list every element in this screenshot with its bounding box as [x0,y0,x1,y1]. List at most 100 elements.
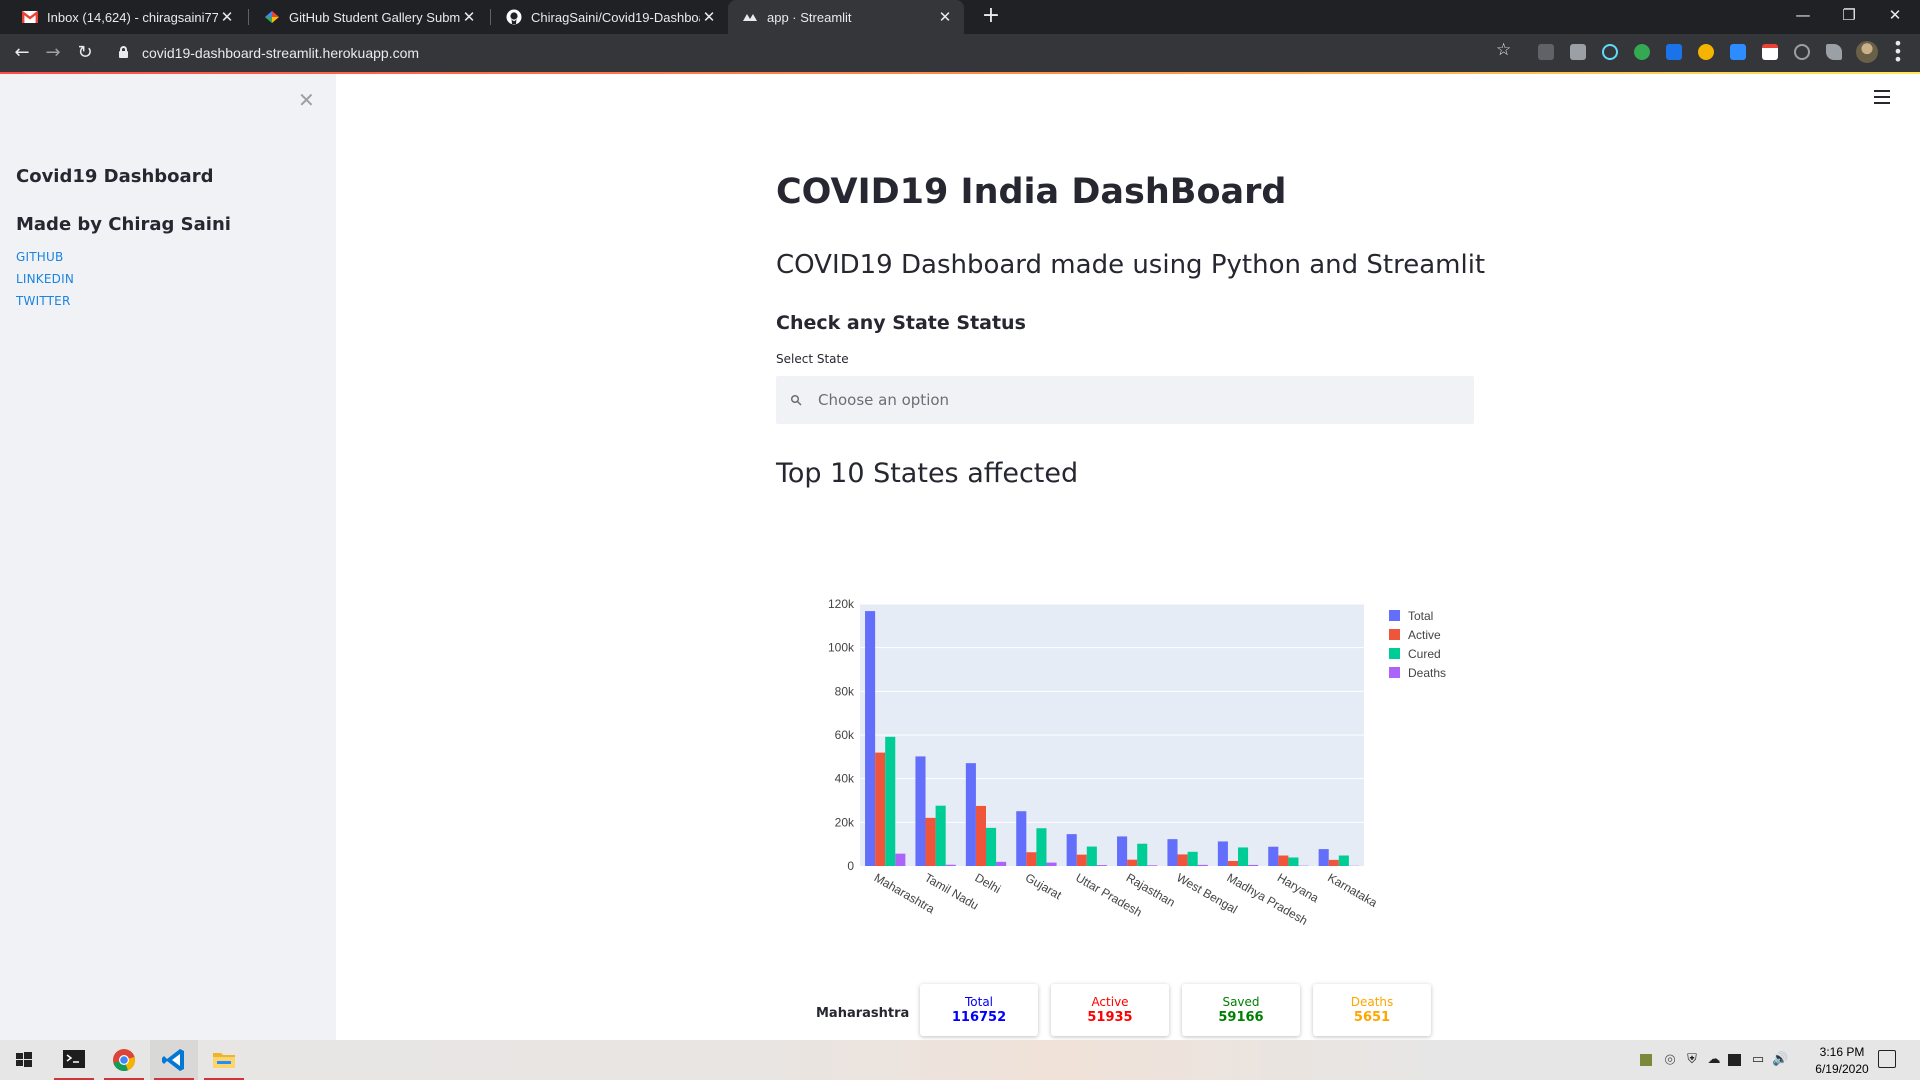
tab-streamlit-app[interactable]: app · Streamlit ✕ [728,0,964,34]
top10-heading: Top 10 States affected [776,458,1078,489]
back-button[interactable]: ← [9,40,35,66]
restore-button[interactable]: ❐ [1826,0,1872,34]
volume-icon[interactable]: 🔊 [1772,1052,1788,1068]
windows-taskbar [0,1040,1920,1080]
x-tick-label: Karnataka [1325,870,1380,910]
onedrive-icon[interactable]: ☁ [1706,1052,1722,1068]
bar-active [976,806,986,866]
legend-label: Total [1408,609,1433,623]
taskbar-time[interactable]: 3:16 PM [1812,1045,1872,1059]
bar-deaths [946,865,956,866]
legend-label: Active [1408,628,1441,642]
extension-circle-icon[interactable] [1794,44,1810,60]
bar-total [1117,836,1127,866]
x-tick-label: Gujarat [1023,870,1065,902]
close-icon[interactable]: ✕ [460,8,478,26]
new-tab-button[interactable]: + [978,4,1004,30]
bar-active [1026,852,1036,866]
terminal-icon[interactable] [50,1040,98,1080]
windows-start-icon[interactable] [0,1040,48,1080]
close-icon[interactable]: ✕ [700,8,718,26]
extension-react-icon[interactable] [1602,44,1618,60]
bar-cured [1238,847,1248,866]
notification-icon[interactable] [1878,1050,1896,1068]
bar-total [966,763,976,866]
search-icon [790,394,802,406]
profile-avatar[interactable] [1856,41,1878,63]
url-text[interactable]: covid19-dashboard-streamlit.herokuapp.co… [142,45,419,61]
chrome-icon[interactable] [100,1040,148,1080]
extension-s-icon[interactable] [1666,44,1682,60]
sidebar-link-linkedin[interactable]: LINKEDIN [16,272,74,286]
bar-active [1278,856,1288,866]
y-tick-label: 100k [828,641,855,655]
tab-github-repo[interactable]: ChiragSaini/Covid19-Dashboard: ✕ [492,0,728,34]
gmail-icon [22,9,38,25]
browser-toolbar: ← → ↻ covid19-dashboard-streamlit.heroku… [0,34,1920,72]
close-icon[interactable]: ✕ [936,8,954,26]
tab-title: Inbox (14,624) - chiragsaini7777@ [47,10,218,25]
hamburger-menu-icon[interactable] [1874,90,1890,104]
legend-label: Deaths [1408,666,1446,680]
state-status-heading: Check any State Status [776,312,1026,334]
minimize-button[interactable]: — [1780,0,1826,34]
extension-owl-icon[interactable] [1698,44,1714,60]
y-tick-label: 120k [828,597,855,611]
bar-cured [936,806,946,866]
legend-swatch [1389,648,1400,659]
tab-github-gallery[interactable]: GitHub Student Gallery Submissio ✕ [250,0,488,34]
extensions-puzzle-icon[interactable] [1826,44,1842,60]
tab-title: ChiragSaini/Covid19-Dashboard: [531,10,700,25]
defender-icon[interactable]: ⛨ [1684,1052,1700,1068]
reload-button[interactable]: ↻ [72,40,98,66]
bar-total [1218,841,1228,866]
tray-app-icon[interactable] [1640,1054,1652,1066]
extension-camera-icon[interactable] [1570,44,1586,60]
tray-security-icon[interactable] [1728,1054,1741,1066]
bar-deaths [1147,865,1157,866]
taskbar-date[interactable]: 6/19/2020 [1806,1062,1878,1076]
extension-zoom-icon[interactable] [1730,44,1746,60]
bar-total [865,611,875,866]
bar-cured [1288,857,1298,866]
bar-total [1167,839,1177,866]
sidebar-author: Made by Chirag Saini [16,214,231,235]
stat-value: 116752 [920,1010,1038,1025]
state-name: Maharashtra [816,1006,909,1021]
network-icon[interactable]: ▭ [1750,1052,1766,1068]
bar-cured [1339,856,1349,866]
bar-cured [1188,852,1198,866]
close-window-button[interactable]: ✕ [1872,0,1918,34]
stat-card-saved: Saved 59166 [1182,984,1300,1036]
close-icon[interactable]: ✕ [218,8,236,26]
browser-tab-bar: Inbox (14,624) - chiragsaini7777@ ✕ GitH… [0,0,1920,34]
tray-hidden-icon[interactable]: ◎ [1662,1052,1678,1068]
stat-card-total: Total 116752 [920,984,1038,1036]
stat-card-active: Active 51935 [1051,984,1169,1036]
legend-swatch [1389,610,1400,621]
bar-cured [885,737,895,866]
extension-chart-icon[interactable] [1538,44,1554,60]
file-explorer-icon[interactable] [200,1040,248,1080]
extension-calendar-icon[interactable] [1762,44,1778,60]
sidebar-link-github[interactable]: GITHUB [16,250,63,264]
state-select[interactable]: Choose an option [776,376,1474,424]
bookmark-star-icon[interactable]: ☆ [1496,40,1511,60]
bar-deaths [1198,865,1208,866]
bar-active [1127,860,1137,866]
bar-deaths [996,862,1006,866]
vscode-icon[interactable] [150,1040,198,1080]
address-bar[interactable]: covid19-dashboard-streamlit.herokuapp.co… [105,38,1525,68]
bar-total [1067,834,1077,866]
tab-gmail[interactable]: Inbox (14,624) - chiragsaini7777@ ✕ [8,0,246,34]
tab-title: app · Streamlit [767,10,936,25]
bar-total [1016,811,1026,866]
sidebar-link-twitter[interactable]: TWITTER [16,294,71,308]
stat-label: Active [1051,995,1169,1009]
sidebar-close-icon[interactable]: ✕ [298,88,315,112]
forward-button[interactable]: → [40,40,66,66]
extension-green-icon[interactable] [1634,44,1650,60]
bar-cured [986,828,996,866]
y-tick-label: 40k [835,772,855,786]
browser-menu-icon[interactable]: ••• [1892,40,1904,64]
